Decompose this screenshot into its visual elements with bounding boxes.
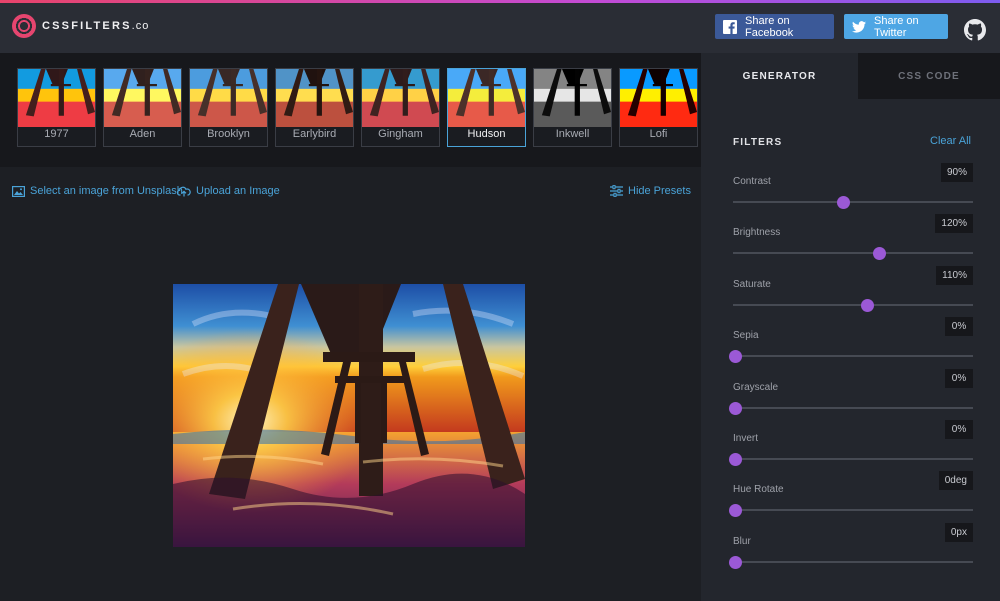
tab-css-code[interactable]: CSS CODE bbox=[858, 53, 1000, 99]
preset-label: 1977 bbox=[44, 128, 69, 140]
filter-hue-rotate: Hue Rotate 0deg bbox=[729, 471, 973, 521]
slider-handle[interactable] bbox=[837, 196, 850, 209]
slider-track[interactable] bbox=[733, 458, 973, 460]
filter-value[interactable]: 0% bbox=[945, 420, 973, 439]
filter-value[interactable]: 0px bbox=[944, 522, 973, 542]
share-twitter-button[interactable]: Share on Twitter bbox=[844, 14, 948, 39]
preset-thumbnail bbox=[18, 69, 95, 127]
preset-hudson[interactable]: Hudson bbox=[447, 68, 526, 147]
slider-track[interactable] bbox=[733, 355, 973, 358]
preset-thumbnail bbox=[534, 69, 611, 127]
github-icon[interactable] bbox=[964, 19, 986, 41]
filter-label: Invert bbox=[733, 433, 759, 444]
preset-thumbnail bbox=[448, 69, 525, 127]
slider-track[interactable] bbox=[733, 201, 973, 203]
filter-label: Contrast bbox=[733, 176, 771, 187]
slider-track[interactable] bbox=[733, 560, 973, 563]
logo-suffix: .co bbox=[131, 20, 150, 32]
preset-label: Lofi bbox=[649, 128, 668, 140]
share-facebook-button[interactable]: Share on Facebook bbox=[715, 14, 834, 39]
filter-brightness: Brightness 120% bbox=[733, 214, 973, 264]
preset-brooklyn[interactable]: Brooklyn bbox=[189, 68, 268, 147]
upload-link[interactable]: Upload an Image bbox=[177, 185, 280, 197]
panel-tabs: GENERATOR CSS CODE bbox=[701, 53, 1000, 99]
generator-panel: GENERATOR CSS CODE FILTERS Clear All Con… bbox=[701, 53, 1000, 601]
presets-strip: 1977 Aden Brooklyn Earlybird Gingham Hud… bbox=[0, 53, 701, 167]
hide-presets-label: Hide Presets bbox=[628, 185, 691, 197]
slider-track[interactable] bbox=[733, 509, 973, 512]
filter-invert: Invert 0% bbox=[729, 420, 973, 470]
preset-thumbnail bbox=[190, 69, 267, 127]
filter-contrast: Contrast 90% bbox=[733, 163, 973, 213]
filter-label: Brightness bbox=[733, 227, 781, 239]
image-actions: Select an image from Unsplash Upload an … bbox=[0, 167, 701, 207]
filter-value[interactable]: 110% bbox=[936, 265, 973, 285]
slider-handle[interactable] bbox=[729, 401, 742, 415]
share-twitter-label: Share on Twitter bbox=[874, 14, 919, 39]
slider-handle[interactable] bbox=[729, 555, 742, 569]
preset-label: Earlybird bbox=[292, 128, 337, 140]
filter-label: Saturate bbox=[733, 278, 771, 290]
slider-handle[interactable] bbox=[729, 350, 742, 364]
unsplash-link[interactable]: Select an image from Unsplash bbox=[12, 185, 183, 197]
slider-track[interactable] bbox=[733, 406, 973, 409]
preset-1977[interactable]: 1977 bbox=[17, 68, 96, 147]
preset-thumbnail bbox=[362, 69, 439, 127]
filter-blur: Blur 0px bbox=[729, 522, 973, 573]
preset-thumbnail bbox=[620, 69, 697, 127]
share-facebook-label: Share on Facebook bbox=[745, 14, 794, 39]
preset-inkwell[interactable]: Inkwell bbox=[533, 68, 612, 147]
sliders-icon bbox=[610, 185, 623, 197]
hide-presets-button[interactable]: Hide Presets bbox=[610, 185, 691, 197]
filter-label: Hue Rotate bbox=[733, 484, 784, 496]
logo-name: CSSFILTERS bbox=[42, 20, 132, 32]
tab-generator[interactable]: GENERATOR bbox=[701, 53, 858, 99]
preset-earlybird[interactable]: Earlybird bbox=[275, 68, 354, 147]
slider-handle[interactable] bbox=[729, 504, 742, 518]
filter-label: Sepia bbox=[733, 330, 759, 342]
logo[interactable]: CSSFILTERS.co bbox=[12, 14, 149, 38]
filter-value[interactable]: 120% bbox=[935, 214, 973, 234]
slider-track[interactable] bbox=[733, 252, 973, 255]
filter-grayscale: Grayscale 0% bbox=[729, 368, 973, 419]
preset-label: Aden bbox=[129, 128, 156, 140]
preset-label: Gingham bbox=[378, 128, 423, 140]
logo-text: CSSFILTERS.co bbox=[42, 20, 149, 32]
filter-value[interactable]: 90% bbox=[940, 163, 973, 182]
filter-label: Grayscale bbox=[733, 381, 779, 393]
preset-lofi[interactable]: Lofi bbox=[619, 68, 698, 147]
filter-value[interactable]: 0deg bbox=[938, 471, 973, 491]
filter-value[interactable]: 0% bbox=[945, 368, 973, 388]
twitter-icon bbox=[852, 20, 866, 34]
preview-image bbox=[173, 284, 525, 547]
slider-handle[interactable] bbox=[729, 453, 742, 466]
header: CSSFILTERS.co Share on Facebook Share on… bbox=[0, 3, 1000, 53]
filter-sepia: Sepia 0% bbox=[729, 317, 973, 367]
unsplash-label: Select an image from Unsplash bbox=[30, 185, 183, 197]
upload-label: Upload an Image bbox=[196, 185, 280, 197]
preset-thumbnail bbox=[104, 69, 181, 127]
image-icon bbox=[12, 185, 25, 197]
preset-gingham[interactable]: Gingham bbox=[361, 68, 440, 147]
facebook-icon bbox=[723, 19, 737, 34]
aperture-icon bbox=[12, 14, 36, 38]
filter-label: Blur bbox=[733, 535, 751, 547]
filter-saturate: Saturate 110% bbox=[733, 265, 973, 316]
preset-label: Hudson bbox=[467, 128, 506, 140]
preset-label: Inkwell bbox=[555, 128, 590, 140]
preset-label: Brooklyn bbox=[207, 128, 250, 140]
filter-value[interactable]: 0% bbox=[945, 317, 973, 337]
cloud-upload-icon bbox=[177, 186, 191, 196]
filters-heading: FILTERS bbox=[733, 137, 783, 148]
slider-handle[interactable] bbox=[873, 247, 886, 261]
preset-aden[interactable]: Aden bbox=[103, 68, 182, 147]
slider-track[interactable] bbox=[733, 303, 973, 306]
clear-all-button[interactable]: Clear All bbox=[930, 135, 971, 147]
slider-handle[interactable] bbox=[861, 298, 874, 312]
preset-thumbnail bbox=[276, 69, 353, 127]
